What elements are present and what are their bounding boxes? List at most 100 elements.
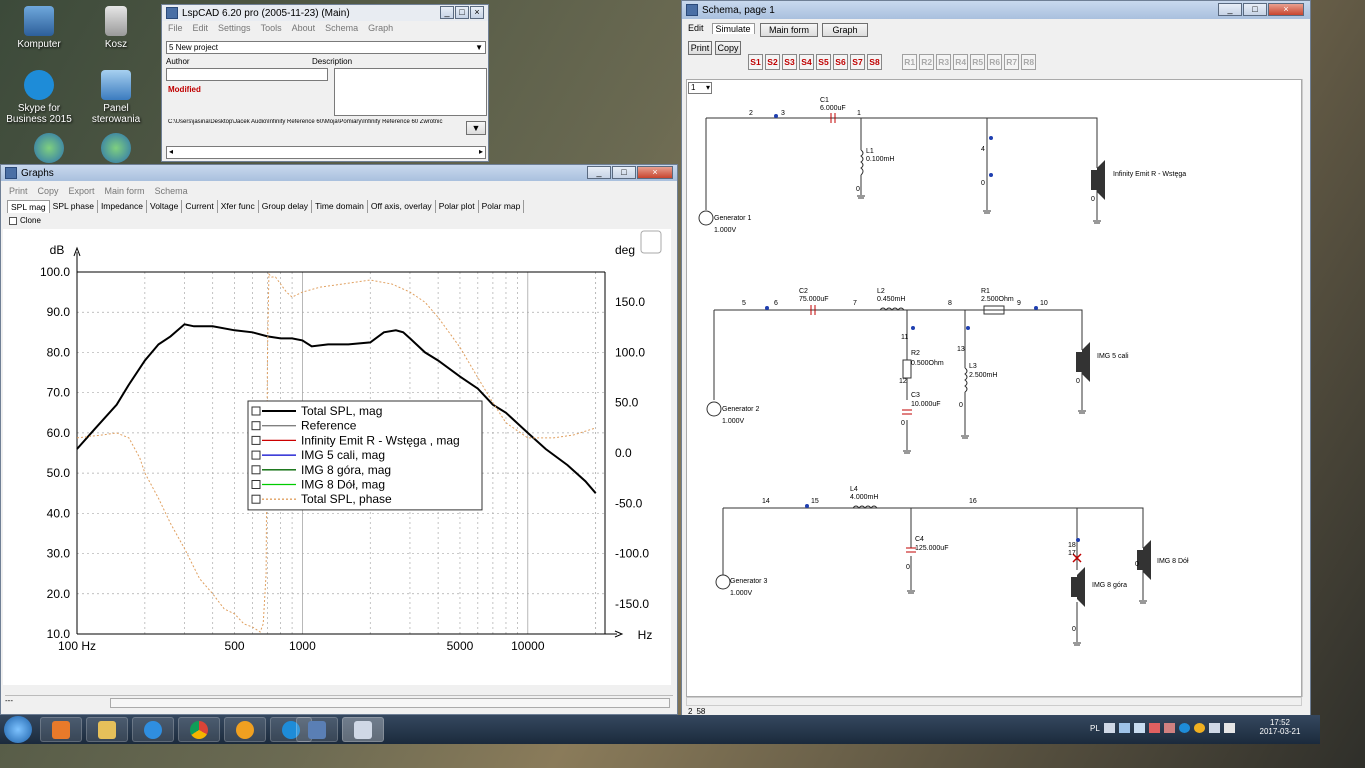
menu-edit[interactable]: Edit [193, 23, 209, 33]
node-label: 5 [742, 300, 746, 307]
volume-icon[interactable] [1224, 723, 1235, 733]
main-form-button[interactable]: Main form [760, 23, 818, 37]
taskbar-app-media[interactable] [40, 717, 82, 742]
tab-current[interactable]: Current [182, 200, 218, 213]
minimize-button[interactable]: _ [1218, 3, 1242, 16]
node-label: 0 [901, 420, 905, 427]
minimize-button[interactable]: _ [587, 166, 611, 179]
tab-polar-map[interactable]: Polar map [479, 200, 525, 213]
menu-print[interactable]: Print [9, 186, 28, 196]
menu-export[interactable]: Export [69, 186, 95, 196]
clone-checkbox[interactable]: Clone [9, 216, 41, 225]
tab-spl-mag[interactable]: SPL mag [7, 200, 50, 213]
network-icon[interactable] [1119, 723, 1130, 733]
skype-icon[interactable] [1179, 723, 1190, 733]
inductor-l1 [860, 149, 864, 176]
tab-impedance[interactable]: Impedance [98, 200, 147, 213]
start-button[interactable] [4, 716, 32, 743]
menu-about[interactable]: About [292, 23, 316, 33]
s4-button[interactable]: S4 [799, 54, 814, 70]
schema-window-titlebar[interactable]: Schema, page 1 _ □ × [682, 1, 1310, 19]
tray-icon[interactable] [1134, 723, 1145, 733]
chart-option-button[interactable] [640, 230, 662, 254]
taskbar-app-sun[interactable] [224, 717, 266, 742]
r3-button[interactable]: R3 [936, 54, 952, 70]
tab-xfer-func[interactable]: Xfer func [218, 200, 259, 213]
tab-polar-plot[interactable]: Polar plot [436, 200, 479, 213]
s7-button[interactable]: S7 [850, 54, 865, 70]
desktop-icon-globe-2[interactable] [79, 133, 153, 166]
tray-icon[interactable] [1194, 723, 1205, 733]
r4-button[interactable]: R4 [953, 54, 969, 70]
desktop-icon-control-panel[interactable]: Panel sterowania [79, 70, 153, 125]
r2-button[interactable]: R2 [919, 54, 935, 70]
menu-main-form[interactable]: Main form [105, 186, 145, 196]
menu-file[interactable]: File [168, 23, 183, 33]
flag-icon[interactable] [1149, 723, 1160, 733]
r8-button[interactable]: R8 [1021, 54, 1037, 70]
tab-off-axis[interactable]: Off axis, overlay [368, 200, 436, 213]
s3-button[interactable]: S3 [782, 54, 797, 70]
r7-button[interactable]: R7 [1004, 54, 1020, 70]
tab-group-delay[interactable]: Group delay [259, 200, 313, 213]
clock[interactable]: 17:52 2017-03-21 [1258, 718, 1302, 736]
s2-button[interactable]: S2 [765, 54, 780, 70]
menu-settings[interactable]: Settings [218, 23, 251, 33]
print-button[interactable]: Print [688, 41, 712, 55]
r5-button[interactable]: R5 [970, 54, 986, 70]
s8-button[interactable]: S8 [867, 54, 882, 70]
r6-button[interactable]: R6 [987, 54, 1003, 70]
description-input[interactable] [334, 68, 487, 116]
menu-tools[interactable]: Tools [261, 23, 282, 33]
keyboard-icon[interactable] [1104, 723, 1115, 733]
s5-button[interactable]: S5 [816, 54, 831, 70]
project-select[interactable]: 5 New project ▼ [166, 41, 486, 54]
taskbar-app-lspcad[interactable] [342, 717, 384, 742]
copy-button[interactable]: Copy [715, 41, 741, 55]
schema-canvas[interactable]: 1 ▾ 2 3 C1 6.000uF 1 L1 0.100mH 0 4 0 0 … [686, 79, 1302, 697]
taskbar-app-ie[interactable] [132, 717, 174, 742]
main-window-titlebar[interactable]: LspCAD 6.20 pro (2005-11-23) (Main) _ □ … [162, 5, 488, 21]
legend-checkbox [251, 406, 261, 416]
s6-button[interactable]: S6 [833, 54, 848, 70]
taskbar-app-remote[interactable] [296, 717, 338, 742]
desktop-icon-globe-1[interactable] [12, 133, 86, 166]
maximize-button[interactable]: □ [1243, 3, 1267, 16]
menu-edit[interactable]: Edit [688, 23, 704, 34]
desktop-icon-komputer[interactable]: Komputer [2, 6, 76, 50]
graph-button[interactable]: Graph [822, 23, 868, 37]
close-button[interactable]: × [1268, 3, 1304, 16]
horizontal-scrollbar[interactable]: ◂ ▸ [166, 146, 486, 159]
display-icon[interactable] [1209, 723, 1220, 733]
menu-graph[interactable]: Graph [368, 23, 393, 33]
menu-schema[interactable]: Schema [325, 23, 358, 33]
tray-lang[interactable]: PL [1090, 724, 1100, 733]
menu-simulate[interactable]: Simulate [711, 23, 755, 34]
schema-vertical-scrollbar[interactable] [1302, 79, 1310, 697]
node-label: 15 [811, 498, 819, 505]
schema-horizontal-scrollbar[interactable] [686, 697, 1302, 706]
path-dropdown-button[interactable]: ▼ [466, 121, 486, 135]
close-button[interactable]: × [470, 6, 484, 19]
close-button[interactable]: × [637, 166, 673, 179]
taskbar-app-explorer[interactable] [86, 717, 128, 742]
tab-time-domain[interactable]: Time domain [312, 200, 368, 213]
r1-button[interactable]: R1 [902, 54, 918, 70]
tray-icon[interactable] [1164, 723, 1175, 733]
desktop-icon-skype[interactable]: Skype for Business 2015 [2, 70, 76, 125]
description-label: Description [312, 57, 353, 66]
desktop-icon-kosz[interactable]: Kosz [79, 6, 153, 50]
graphs-scrollbar[interactable] [110, 698, 670, 708]
graphs-window-titlebar[interactable]: Graphs _ □ × [1, 165, 677, 181]
menu-copy[interactable]: Copy [38, 186, 59, 196]
maximize-button[interactable]: □ [612, 166, 636, 179]
taskbar-app-chrome[interactable] [178, 717, 220, 742]
maximize-button[interactable]: □ [455, 6, 469, 19]
author-input[interactable] [166, 68, 328, 81]
tab-voltage[interactable]: Voltage [147, 200, 183, 213]
menu-schema[interactable]: Schema [155, 186, 188, 196]
app-icon [686, 4, 698, 16]
tab-spl-phase[interactable]: SPL phase [50, 200, 98, 213]
minimize-button[interactable]: _ [440, 6, 454, 19]
s1-button[interactable]: S1 [748, 54, 763, 70]
